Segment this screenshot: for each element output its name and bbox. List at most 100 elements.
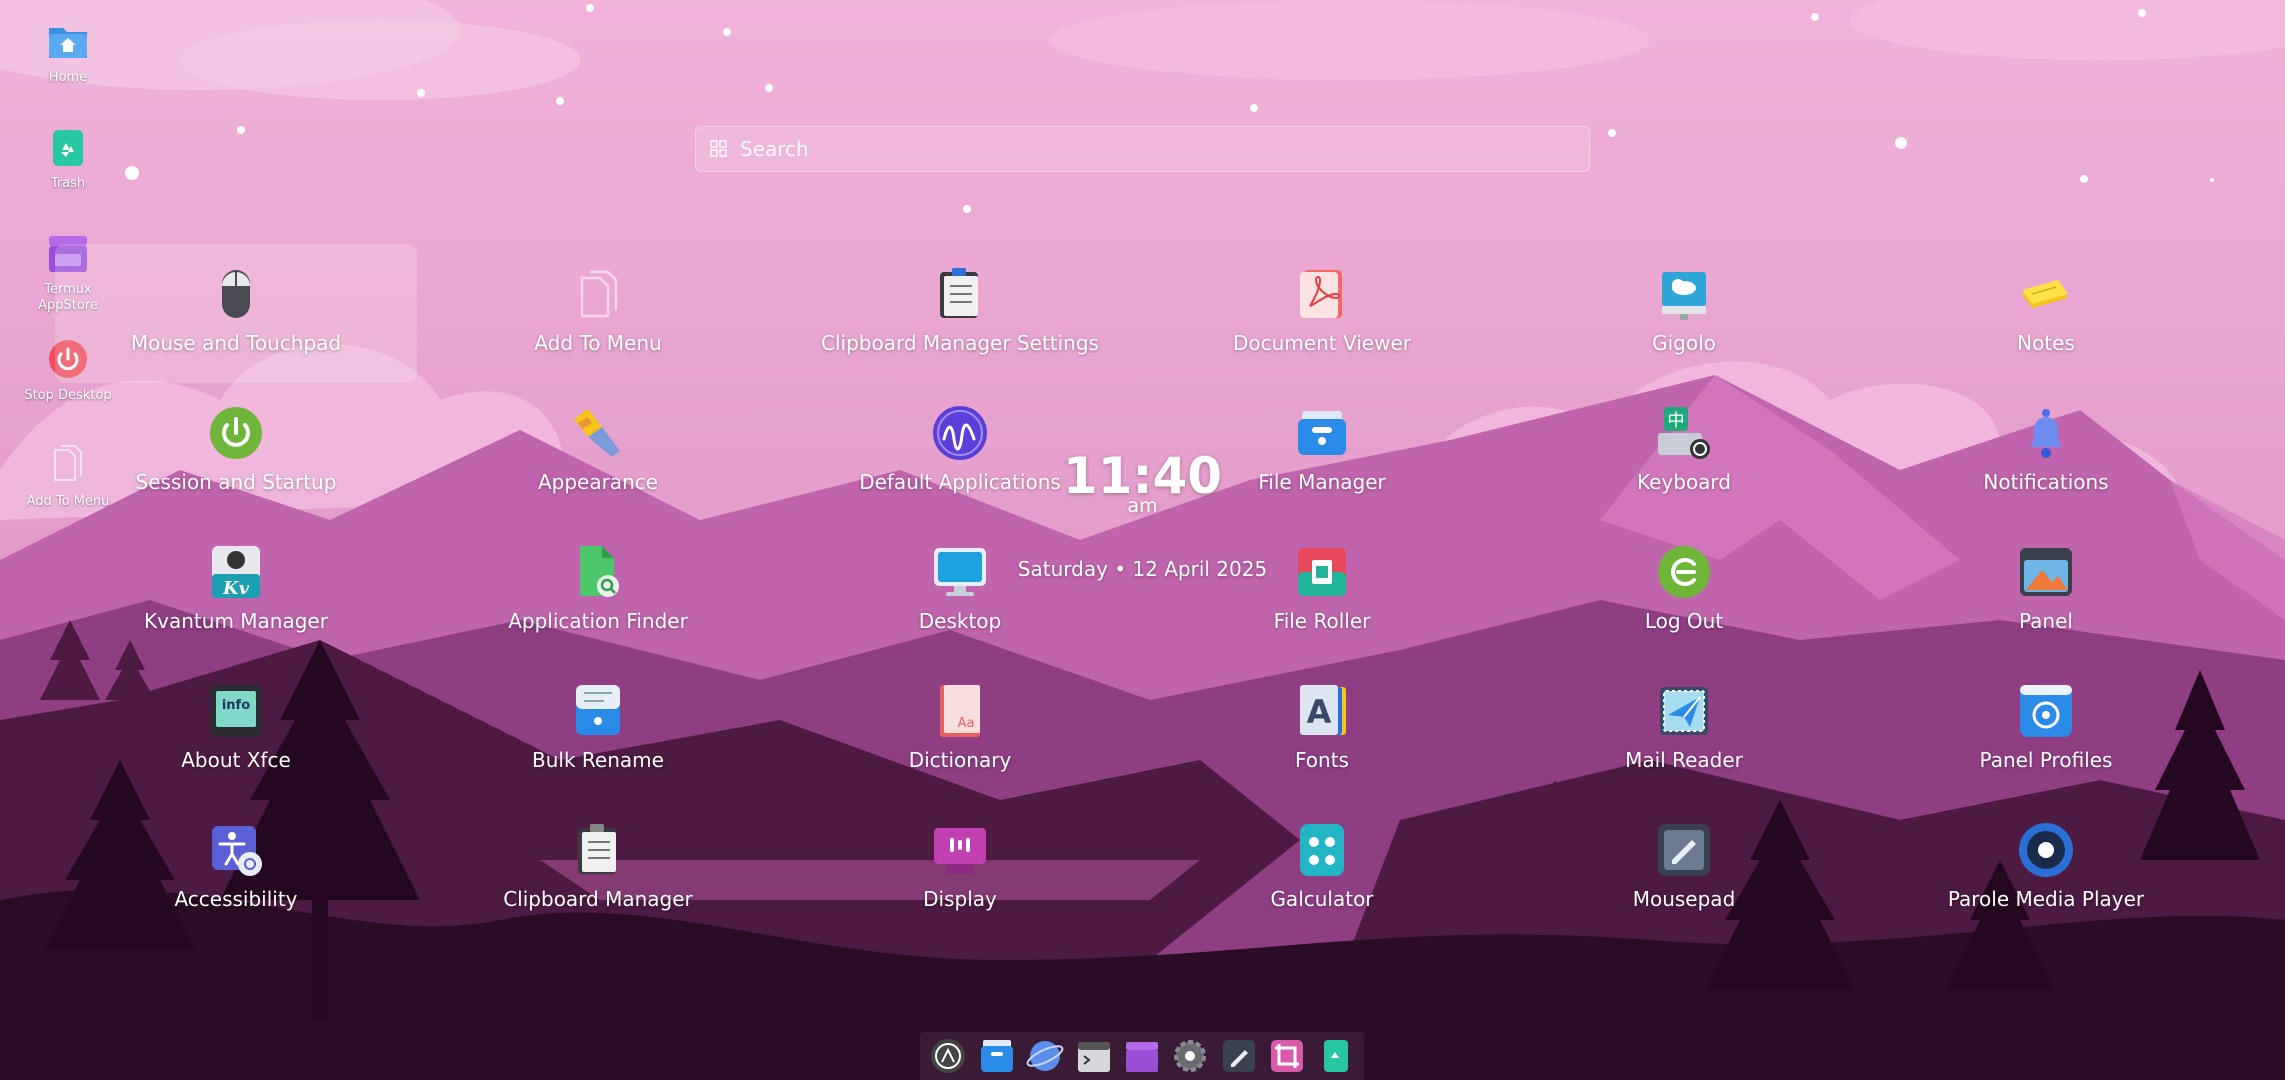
fonts-icon: A: [1300, 685, 1346, 735]
app-add-to-menu[interactable]: Add To Menu: [417, 244, 779, 383]
app-notes[interactable]: Notes: [1865, 244, 2227, 383]
app-accessibility[interactable]: Accessibility: [55, 800, 417, 939]
app-galculator[interactable]: Galculator: [1141, 800, 1503, 939]
launcher-icon[interactable]: [928, 1036, 968, 1076]
app-notifications[interactable]: Notifications: [1865, 383, 2227, 522]
home-folder-icon: [49, 28, 87, 58]
svg-text:info: info: [222, 698, 250, 713]
svg-text:Aa: Aa: [958, 716, 975, 731]
app-label: Appearance: [537, 470, 659, 494]
app-parole-media-player[interactable]: Parole Media Player: [1865, 800, 2227, 939]
power-icon: [210, 407, 262, 459]
default-apps-icon: [933, 406, 987, 460]
app-panel-profiles[interactable]: Panel Profiles: [1865, 661, 2227, 800]
app-label: Display: [923, 887, 997, 911]
app-label: Notes: [2017, 331, 2075, 355]
appstore-icon[interactable]: [1122, 1036, 1162, 1076]
app-file-roller[interactable]: File Roller: [1141, 522, 1503, 661]
media-player-icon: [2019, 823, 2073, 877]
app-application-finder[interactable]: Application Finder: [417, 522, 779, 661]
info-icon: info: [210, 685, 262, 737]
app-label: Mail Reader: [1625, 748, 1743, 772]
settings-icon[interactable]: [1170, 1036, 1210, 1076]
app-label: Fonts: [1295, 748, 1349, 772]
bell-icon: [2030, 409, 2062, 458]
desktop-clock: 11:40 am: [1010, 448, 1275, 516]
app-fonts[interactable]: A Fonts: [1141, 661, 1503, 800]
calculator-icon: [1300, 824, 1344, 876]
bulk-rename-icon: [576, 685, 620, 735]
app-keyboard[interactable]: 中 Keyboard: [1503, 383, 1865, 522]
file-manager-icon[interactable]: [977, 1036, 1017, 1076]
app-label: Clipboard Manager Settings: [821, 331, 1099, 355]
text-editor-icon: [1658, 824, 1710, 876]
app-clipboard-manager[interactable]: Clipboard Manager: [417, 800, 779, 939]
app-label: Add To Menu: [534, 331, 662, 355]
browser-icon[interactable]: [1025, 1036, 1065, 1076]
file-manager-icon: [1298, 411, 1346, 455]
panel-profiles-icon: [2020, 685, 2072, 737]
dock: [920, 1032, 1364, 1080]
app-label: Session and Startup: [135, 470, 337, 494]
app-label: Accessibility: [174, 887, 298, 911]
app-label: Mouse and Touchpad: [130, 331, 342, 355]
search-input[interactable]: [740, 137, 1589, 161]
app-kvantum-manager[interactable]: Kv Kvantum Manager: [55, 522, 417, 661]
app-dictionary[interactable]: Aa Dictionary: [779, 661, 1141, 800]
app-label: Panel Profiles: [1979, 748, 2113, 772]
screenshot-icon[interactable]: [1267, 1036, 1307, 1076]
app-label: Desktop: [918, 609, 1002, 633]
display-icon: [934, 828, 986, 874]
app-finder-icon: [580, 546, 619, 597]
app-mail-reader[interactable]: Mail Reader: [1503, 661, 1865, 800]
app-label: File Manager: [1258, 470, 1386, 494]
grid-icon: [710, 140, 727, 157]
network-drive-icon: [1662, 272, 1706, 320]
app-document-viewer[interactable]: Document Viewer: [1141, 244, 1503, 383]
terminal-icon[interactable]: [1074, 1036, 1114, 1076]
desktop-icon-home[interactable]: Home: [14, 18, 122, 86]
trash-icon[interactable]: [1316, 1036, 1356, 1076]
app-panel[interactable]: Panel: [1865, 522, 2227, 661]
app-label: Kvantum Manager: [144, 609, 328, 633]
app-clipboard-manager-settings[interactable]: Clipboard Manager Settings: [779, 244, 1141, 383]
archive-icon: [1298, 548, 1346, 596]
app-mouse-and-touchpad[interactable]: Mouse and Touchpad: [55, 244, 417, 383]
text-editor-icon[interactable]: [1219, 1036, 1259, 1076]
app-bulk-rename[interactable]: Bulk Rename: [417, 661, 779, 800]
app-log-out[interactable]: Log Out: [1503, 522, 1865, 661]
paintbrush-icon: [574, 409, 620, 457]
clipboard-icon: [578, 824, 616, 874]
clock-ampm: am: [1127, 495, 1158, 517]
search-bar[interactable]: [695, 126, 1590, 172]
app-label: Galculator: [1270, 887, 1374, 911]
app-mousepad[interactable]: Mousepad: [1503, 800, 1865, 939]
app-desktop[interactable]: Desktop: [779, 522, 1141, 661]
dictionary-icon: Aa: [940, 685, 980, 737]
mouse-icon: [222, 270, 250, 318]
app-gigolo[interactable]: Gigolo: [1503, 244, 1865, 383]
svg-text:中: 中: [1668, 411, 1685, 431]
app-about-xfce[interactable]: info About Xfce: [55, 661, 417, 800]
app-session-and-startup[interactable]: Session and Startup: [55, 383, 417, 522]
app-label: Document Viewer: [1233, 331, 1411, 355]
add-to-menu-icon: [580, 270, 618, 318]
svg-text:A: A: [1307, 693, 1332, 731]
app-label: Bulk Rename: [532, 748, 664, 772]
app-label: Application Finder: [508, 609, 688, 633]
app-label: Gigolo: [1652, 331, 1716, 355]
mail-icon: [1660, 687, 1708, 735]
notes-icon: [2022, 280, 2068, 308]
panel-icon: [2020, 548, 2072, 596]
svg-text:Kv: Kv: [222, 578, 250, 599]
clock-date: Saturday • 12 April 2025: [1017, 557, 1268, 581]
app-appearance[interactable]: Appearance: [417, 383, 779, 522]
keyboard-icon: 中: [1658, 407, 1710, 459]
app-display[interactable]: Display: [779, 800, 1141, 939]
app-label: Mousepad: [1632, 887, 1736, 911]
desktop-icon-trash[interactable]: Trash: [14, 124, 122, 192]
pdf-document-icon: [1300, 270, 1342, 318]
app-label: Parole Media Player: [1947, 887, 2145, 911]
app-label: Notifications: [1983, 470, 2109, 494]
app-label: Panel: [2019, 609, 2073, 633]
